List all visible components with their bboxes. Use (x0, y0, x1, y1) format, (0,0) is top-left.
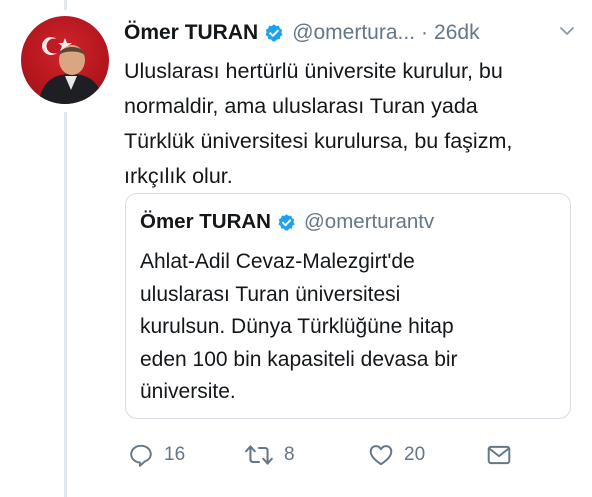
tweet-header: Ömer TURAN @omertura... · 26dk (124, 18, 576, 48)
thread-line (64, 112, 67, 497)
reply-icon (128, 442, 154, 468)
avatar-image (39, 37, 103, 104)
author-name[interactable]: Ömer TURAN (124, 21, 258, 45)
tweet-time[interactable]: 26dk (434, 21, 480, 45)
quoted-author-handle: @omerturantv (304, 210, 435, 233)
retweet-button[interactable]: 8 (244, 442, 295, 468)
retweet-icon (244, 442, 274, 468)
tweet-text-line: normaldir, ama uluslarası Turan yada (124, 94, 478, 118)
quoted-tweet[interactable]: Ömer TURAN @omerturantv Ahlat-Adil Cevaz… (125, 193, 571, 419)
direct-message-button[interactable] (486, 442, 512, 468)
tweet-text-line: Uluslarası hertürlü üniversite kurulur, … (124, 59, 503, 83)
quoted-text-line: eden 100 bin kapasiteli devasa bir (140, 347, 458, 371)
reply-count: 16 (164, 444, 186, 465)
tweet-text-line: Türklük üniversitesi kurulursa, bu faşiz… (124, 129, 513, 153)
verified-badge-icon (264, 23, 284, 43)
like-icon (368, 442, 394, 468)
quoted-tweet-text: Ahlat-Adil Cevaz-Malezgirt'de uluslarası… (140, 246, 458, 409)
thread-line-top (64, 0, 67, 10)
avatar[interactable] (21, 16, 109, 104)
tweet-text-line: ırkçılık olur. (124, 164, 233, 188)
like-count: 20 (404, 444, 426, 465)
quoted-author-name: Ömer TURAN (140, 210, 271, 233)
author-handle[interactable]: @omertura... (292, 21, 415, 45)
quoted-text-line: uluslarası Turan üniversitesi (140, 282, 401, 306)
quoted-text-line: Ahlat-Adil Cevaz-Malezgirt'de (140, 250, 415, 273)
like-button[interactable]: 20 (368, 442, 425, 468)
verified-badge-icon (277, 213, 296, 232)
quoted-tweet-header: Ömer TURAN @omerturantv (140, 210, 434, 234)
message-icon (486, 442, 512, 468)
tweet-text: Uluslarası hertürlü üniversite kurulur, … (124, 54, 574, 194)
reply-button[interactable]: 16 (128, 442, 185, 468)
separator-dot: · (421, 21, 429, 44)
tweet-actions: 16 8 20 (124, 438, 576, 474)
quoted-text-line: kurulsun. Dünya Türklüğüne hitap (140, 315, 454, 338)
quoted-text-line: üniversite. (140, 380, 236, 403)
chevron-down-icon[interactable] (558, 22, 576, 46)
retweet-count: 8 (284, 444, 295, 465)
